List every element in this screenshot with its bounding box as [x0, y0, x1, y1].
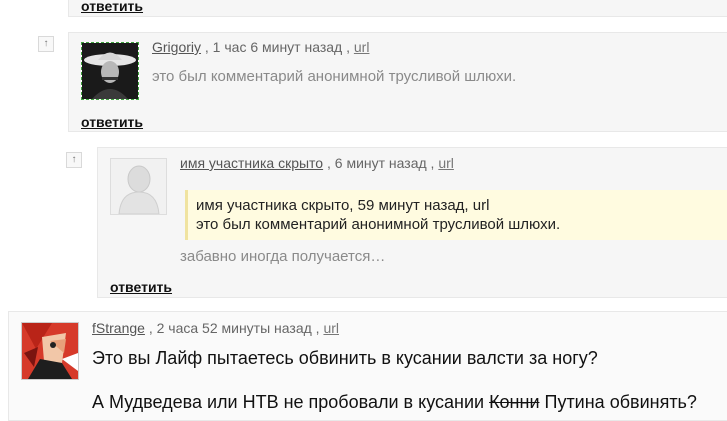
- upvote-button[interactable]: ↑: [38, 36, 54, 52]
- timestamp: , 2 часа 52 минуты назад ,: [148, 320, 320, 336]
- reply-link[interactable]: ответить: [81, 114, 143, 130]
- comment-meta-fstrange: fStrange , 2 часа 52 минуты назад , url: [92, 320, 339, 336]
- comment-text: забавно иногда получается…: [180, 248, 386, 265]
- portrait-icon: [82, 43, 138, 99]
- default-avatar-icon: [111, 159, 166, 214]
- previous-comment-fragment: [68, 0, 727, 17]
- comment-text-line1: Это вы Лайф пытаетесь обвинить в кусании…: [92, 348, 598, 368]
- comment-meta-grigoriy: Grigoriy , 1 час 6 минут назад , url: [152, 39, 369, 55]
- url-link[interactable]: url: [323, 320, 339, 336]
- url-link[interactable]: url: [438, 155, 454, 171]
- cubist-portrait-icon: [22, 323, 78, 379]
- quote-line: это был комментарий анонимной трусливой …: [196, 216, 561, 233]
- text-segment: А Мудведева или НТВ не пробовали в кусан…: [92, 392, 490, 412]
- quote-block: имя участника скрыто, 59 минут назад, ur…: [185, 190, 727, 240]
- comment-meta-hidden-user: имя участника скрыто , 6 минут назад , u…: [180, 155, 454, 171]
- author-link[interactable]: имя участника скрыто: [180, 155, 323, 171]
- avatar-grigoriy[interactable]: [81, 42, 139, 100]
- author-link[interactable]: Grigoriy: [152, 39, 201, 55]
- upvote-button[interactable]: ↑: [66, 152, 82, 168]
- quote-line: имя участника скрыто, 59 минут назад, ur…: [196, 197, 490, 214]
- strikethrough-text: Конни: [489, 392, 540, 412]
- reply-link-top[interactable]: ответить: [81, 0, 143, 14]
- reply-link[interactable]: ответить: [110, 279, 172, 295]
- timestamp: , 6 минут назад ,: [326, 155, 435, 171]
- timestamp: , 1 час 6 минут назад ,: [204, 39, 350, 55]
- url-link[interactable]: url: [354, 39, 370, 55]
- avatar-fstrange[interactable]: [21, 322, 79, 380]
- avatar-hidden-user[interactable]: [110, 158, 167, 215]
- comment-text: это был комментарий анонимной трусливой …: [152, 68, 517, 85]
- text-segment: Путина обвинять?: [539, 392, 697, 412]
- author-link[interactable]: fStrange: [92, 320, 145, 336]
